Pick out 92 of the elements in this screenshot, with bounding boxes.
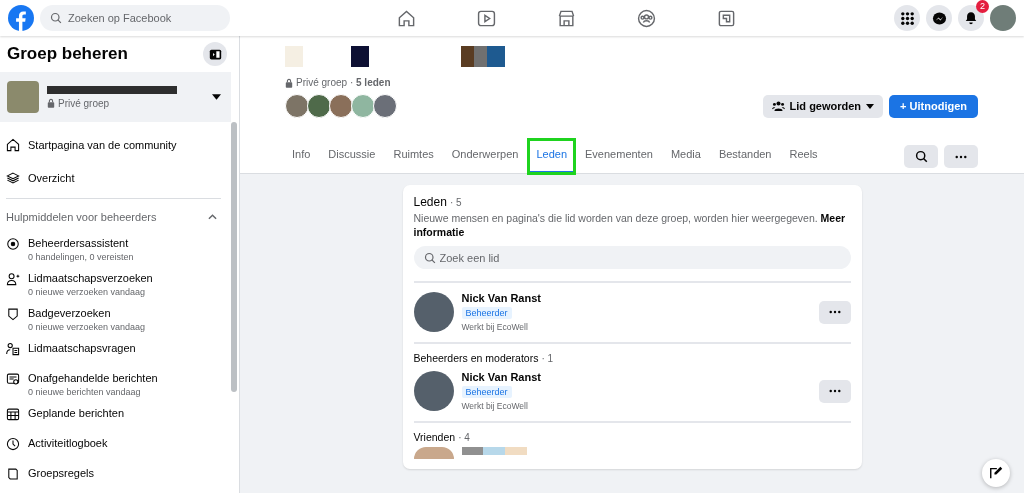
- member-work: Werkt bij EcoWell: [461, 401, 528, 412]
- home-icon[interactable]: [396, 8, 416, 28]
- tab[interactable]: Leden: [529, 140, 575, 173]
- member-name[interactable]: Nick Van Ranst: [461, 292, 541, 305]
- messenger-button[interactable]: [926, 5, 952, 31]
- ellipsis-icon: [828, 389, 841, 394]
- role-tag: Beheerder: [461, 386, 512, 399]
- clock-icon: [6, 437, 20, 451]
- search-field[interactable]: Zoeken op Facebook: [40, 5, 230, 31]
- ellipsis-icon: [828, 310, 841, 315]
- sidebar-item[interactable]: Startpagina van de community: [6, 128, 227, 161]
- item-detail: 0 handelingen, 0 vereisten: [28, 252, 134, 262]
- member-search-field[interactable]: Zoek een lid: [413, 246, 851, 270]
- group-privacy: Privé groep: [58, 97, 110, 109]
- store-icon[interactable]: [556, 8, 576, 28]
- people-icon: [771, 101, 785, 111]
- member-name[interactable]: Nick Van Ranst: [461, 371, 541, 384]
- logo-icon[interactable]: [8, 5, 34, 31]
- person-add-icon: [6, 272, 20, 286]
- tab[interactable]: Media: [663, 140, 708, 173]
- notifications-button[interactable]: [958, 5, 984, 31]
- sidebar-item[interactable]: Groepsregels: [6, 461, 227, 491]
- sidebar-item[interactable]: Lidmaatschapsvragen: [6, 336, 227, 366]
- sidebar-panel-icon: [208, 47, 222, 61]
- menu-button[interactable]: [894, 5, 920, 31]
- member-avatar[interactable]: [373, 94, 397, 118]
- members-title: Leden: [413, 195, 447, 209]
- search-button[interactable]: [904, 145, 938, 168]
- member-work: Werkt bij EcoWell: [461, 322, 528, 333]
- tab[interactable]: Ruimtes: [386, 140, 441, 173]
- member-avatar[interactable]: [413, 292, 454, 333]
- bell-icon: [964, 11, 978, 25]
- badge-icon: [6, 307, 20, 321]
- messenger-icon: [931, 10, 947, 26]
- calendar-icon: [6, 407, 20, 421]
- groups-icon[interactable]: [636, 8, 656, 28]
- search-icon: [423, 251, 436, 264]
- member-avatar[interactable]: [307, 94, 331, 118]
- member-avatar[interactable]: [329, 94, 353, 118]
- scrollbar[interactable]: [231, 122, 237, 392]
- compose-button[interactable]: [982, 459, 1010, 487]
- caret-icon: [212, 94, 221, 100]
- item-detail: 0 nieuwe berichten vandaag: [28, 387, 142, 397]
- item-detail: 0 nieuwe verzoeken vandaag: [28, 287, 147, 297]
- layers-icon: [6, 171, 20, 185]
- tab[interactable]: Bestanden: [711, 140, 779, 173]
- lock-icon: [47, 98, 55, 108]
- section-title: Hulpmiddelen voor beheerders: [6, 211, 157, 223]
- members-count: · 5: [449, 197, 462, 208]
- ellipsis-icon: [955, 154, 967, 159]
- section-count: · 1: [541, 353, 554, 365]
- sidebar-item[interactable]: Activiteitlogboek: [6, 431, 227, 461]
- invite-button[interactable]: + Uitnodigen: [889, 94, 978, 118]
- section-title: Vrienden: [413, 431, 456, 444]
- sidebar-item[interactable]: Beheerdersassistent 0 handelingen, 0 vereisten: [6, 231, 227, 266]
- sidebar-title: Groep beheren: [7, 44, 128, 64]
- sidebar-item[interactable]: Badgeverzoeken 0 nieuwe verzoeken vandaag: [6, 301, 227, 336]
- pencil-icon: [989, 466, 1003, 480]
- tab[interactable]: Discussie: [321, 140, 383, 173]
- collapse-sidebar-button[interactable]: [203, 42, 227, 66]
- message-icon: [6, 372, 20, 386]
- home-icon: [6, 138, 20, 152]
- tab[interactable]: Onderwerpen: [444, 140, 526, 173]
- section-count: · 4: [458, 432, 470, 444]
- caret-icon: [866, 103, 875, 109]
- joined-button[interactable]: Lid geworden: [762, 94, 884, 118]
- notification-count: 2: [976, 0, 989, 13]
- tab[interactable]: Reels: [782, 140, 825, 173]
- item-detail: 0 nieuwe verzoeken vandaag: [28, 322, 146, 332]
- sidebar-item[interactable]: Geplande berichten: [6, 401, 227, 431]
- section-title: Beheerders en moderators: [413, 352, 539, 365]
- sidebar-item[interactable]: Lidmaatschapsverzoeken 0 nieuwe verzoeken vandaag: [6, 266, 227, 301]
- lock-icon: [285, 77, 293, 88]
- sidebar-item[interactable]: Overzicht: [6, 161, 227, 194]
- group-photo-placeholder: [7, 81, 39, 113]
- chevron-icon[interactable]: [208, 214, 217, 220]
- members-description: Nieuwe mensen en pagina's die lid worden van deze groep, worden hier weergegeven. Meer informatie: [413, 212, 847, 240]
- search-icon: [50, 12, 62, 24]
- video-icon[interactable]: [476, 8, 496, 28]
- search-icon: [914, 150, 928, 163]
- person-form-icon: [6, 342, 20, 356]
- tab[interactable]: Evenementen: [578, 140, 660, 173]
- redacted-member-name: [461, 447, 527, 456]
- tab[interactable]: Info: [285, 140, 318, 173]
- member-avatar[interactable]: [285, 94, 309, 118]
- role-tag: Beheerder: [461, 307, 512, 320]
- profile-avatar[interactable]: [990, 5, 1016, 31]
- sidebar-item[interactable]: Onafgehandelde berichten 0 nieuwe berichten vandaag: [6, 366, 227, 401]
- member-avatar[interactable]: [413, 371, 454, 412]
- grid-icon: [899, 10, 915, 26]
- group-meta: Privé groep · 5 leden: [296, 77, 391, 88]
- group-card[interactable]: Privé groep: [0, 72, 231, 122]
